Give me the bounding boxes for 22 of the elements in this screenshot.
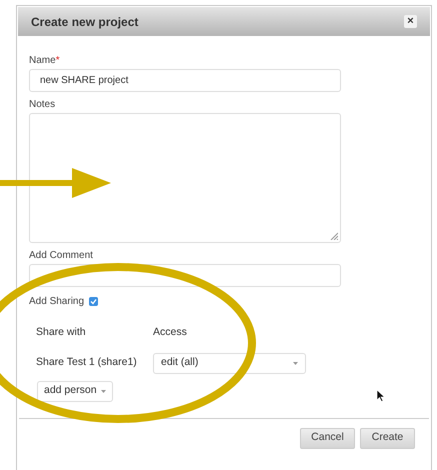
add-person-button[interactable]: add person: [37, 380, 113, 402]
sharing-checkbox[interactable]: [89, 297, 98, 306]
dialog-button[interactable]: Create: [360, 428, 415, 449]
text-field[interactable]: [29, 264, 341, 287]
sharing-label: Add Sharing: [29, 295, 84, 309]
required-mark: *: [56, 54, 60, 68]
dialog-title: Create new project: [31, 14, 138, 30]
field-label: Name: [29, 54, 56, 68]
column-header: Share with: [36, 325, 87, 340]
access-select[interactable]: edit (all): [153, 352, 306, 374]
column-header: Access: [153, 325, 187, 340]
person-name: Share Test 1 (share1): [36, 355, 138, 370]
caret-icon: [100, 390, 106, 393]
field-label: Add Comment: [29, 249, 93, 263]
notes-field[interactable]: [29, 113, 341, 243]
resize-handle-icon[interactable]: [330, 232, 338, 240]
field-label: Notes: [29, 98, 56, 112]
dialog-button[interactable]: Cancel: [300, 428, 355, 449]
text-field[interactable]: new SHARE project: [29, 69, 341, 92]
caret-icon: [293, 362, 298, 365]
mouse-pointer-icon: [377, 390, 385, 402]
close-button[interactable]: ×: [404, 15, 417, 28]
